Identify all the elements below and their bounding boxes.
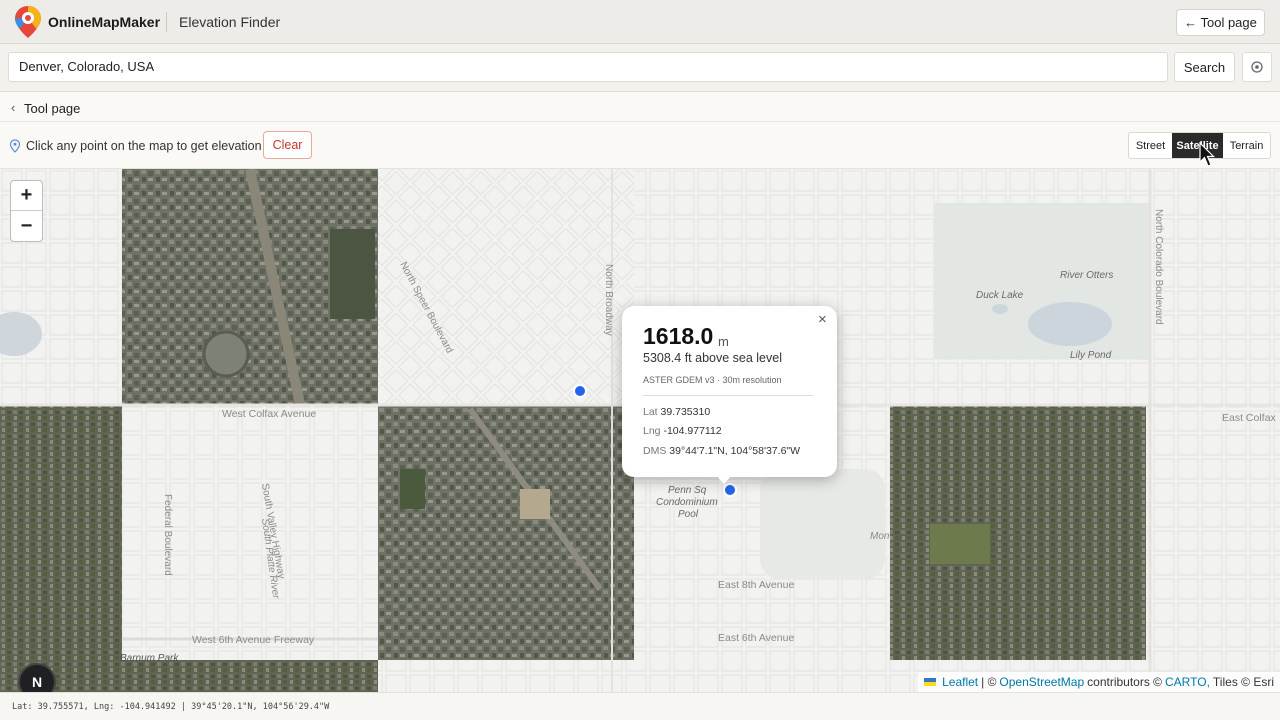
elevation-feet: 5308.4 ft above sea level bbox=[643, 351, 782, 365]
map-toolbar: Click any point on the map to get elevat… bbox=[0, 123, 1280, 169]
map-label-east-6th-avenue: East 6th Avenue bbox=[718, 632, 794, 644]
map-label-pool: Pool bbox=[678, 509, 699, 520]
latitude-label: Lat bbox=[643, 406, 658, 418]
crosshair-icon bbox=[1251, 61, 1263, 73]
breadcrumb[interactable]: ‹ Tool page bbox=[0, 94, 1280, 122]
layer-street-button[interactable]: Street bbox=[1129, 133, 1172, 158]
map-label-lily-pond: Lily Pond bbox=[1070, 350, 1112, 361]
tool-title: Elevation Finder bbox=[179, 14, 281, 30]
map-label-north-colorado-blvd: North Colorado Boulevard bbox=[1153, 209, 1164, 325]
app-header: OnlineMapMaker Elevation Finder ← Tool p… bbox=[0, 0, 1280, 44]
map-label-north-broadway: North Broadway bbox=[603, 264, 614, 336]
layer-satellite-button[interactable]: Satellite bbox=[1172, 133, 1223, 158]
search-button[interactable]: Search bbox=[1174, 52, 1235, 82]
search-bar: Denver, Colorado, USA Search bbox=[0, 44, 1280, 92]
elevation-unit: m bbox=[718, 334, 729, 349]
popup-divider bbox=[643, 395, 813, 396]
attribution-contributors: contributors © bbox=[1087, 675, 1163, 689]
mouse-cursor-icon bbox=[1199, 142, 1215, 167]
longitude-row: Lng -104.977112 bbox=[643, 425, 722, 437]
latitude-value: 39.735310 bbox=[660, 406, 711, 418]
carto-link[interactable]: CARTO, bbox=[1165, 675, 1210, 689]
leaflet-link[interactable]: Leaflet bbox=[942, 675, 978, 689]
map-pin-icon bbox=[9, 139, 21, 153]
elevation-meters: 1618.0 bbox=[643, 323, 714, 349]
brand-name: OnlineMapMaker bbox=[48, 14, 161, 30]
elevation-source: ASTER GDEM v3 · 30m resolution bbox=[643, 375, 782, 385]
ukraine-flag-icon bbox=[924, 678, 937, 686]
map-label-penn-sq: Penn Sq bbox=[668, 485, 707, 496]
layer-terrain-button[interactable]: Terrain bbox=[1223, 133, 1270, 158]
osm-link[interactable]: OpenStreetMap bbox=[999, 675, 1084, 689]
status-bar: Lat: 39.755571, Lng: -104.941492 | 39°45… bbox=[0, 692, 1280, 720]
map-label-mon: Mon bbox=[870, 531, 890, 542]
longitude-value: -104.977112 bbox=[663, 425, 722, 437]
popup-tip bbox=[715, 474, 733, 484]
header-divider bbox=[166, 12, 167, 32]
cursor-coordinates: Lat: 39.755571, Lng: -104.941492 | 39°45… bbox=[12, 702, 330, 712]
latitude-row: Lat 39.735310 bbox=[643, 406, 710, 418]
map-label-river-otters: River Otters bbox=[1060, 270, 1113, 281]
attribution-sep: | © bbox=[981, 675, 997, 689]
dms-label: DMS bbox=[643, 445, 667, 457]
map-label-east-8th-avenue: East 8th Avenue bbox=[718, 579, 794, 591]
map-pin-logo-icon bbox=[15, 6, 41, 38]
map-attribution: Leaflet | © OpenStreetMap contributors ©… bbox=[918, 672, 1280, 692]
breadcrumb-tool-page-link[interactable]: Tool page bbox=[24, 101, 80, 116]
locate-me-button[interactable] bbox=[1242, 52, 1272, 82]
map-label-east-colfax: East Colfax bbox=[1222, 412, 1276, 424]
elevation-marker-previous[interactable] bbox=[573, 384, 587, 398]
map-label-barnum-park: Barnum Park bbox=[120, 653, 179, 664]
elevation-popup: × 1618.0 m 5308.4 ft above sea level AST… bbox=[622, 306, 837, 477]
clear-button[interactable]: Clear bbox=[263, 131, 312, 159]
map-label-duck-lake: Duck Lake bbox=[976, 290, 1024, 301]
map-label-west-colfax: West Colfax Avenue bbox=[222, 408, 316, 420]
dms-row: DMS 39°44'7.1"N, 104°58'37.6"W bbox=[643, 445, 800, 457]
zoom-control: + − bbox=[10, 180, 43, 242]
map-hint-text: Click any point on the map to get elevat… bbox=[26, 139, 262, 153]
close-icon[interactable]: × bbox=[818, 311, 827, 328]
zoom-in-button[interactable]: + bbox=[11, 181, 42, 211]
attribution-tiles: Tiles © Esri bbox=[1212, 675, 1274, 689]
tool-page-button[interactable]: ← Tool page bbox=[1176, 9, 1265, 36]
map-label-condominium: Condominium bbox=[656, 497, 718, 508]
dms-value: 39°44'7.1"N, 104°58'37.6"W bbox=[669, 445, 801, 457]
longitude-label: Lng bbox=[643, 425, 661, 437]
map-label-federal-blvd: Federal Boulevard bbox=[162, 494, 173, 576]
chevron-left-icon: ‹ bbox=[11, 100, 16, 115]
zoom-out-button[interactable]: − bbox=[11, 211, 42, 241]
elevation-marker-active[interactable] bbox=[723, 483, 737, 497]
search-input[interactable]: Denver, Colorado, USA bbox=[8, 52, 1168, 82]
map-label-west-6th-freeway: West 6th Avenue Freeway bbox=[192, 634, 315, 646]
